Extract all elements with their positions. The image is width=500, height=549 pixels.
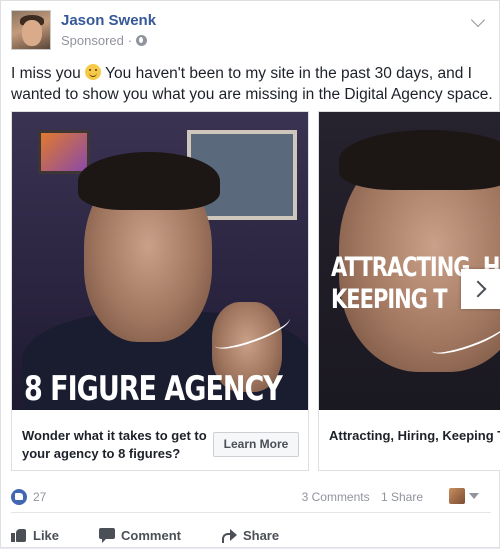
smile-emoji-icon (85, 64, 102, 80)
comment-icon (99, 527, 116, 543)
engagement-counts: 3 Comments 1 Share (294, 490, 423, 504)
like-reaction-icon (11, 489, 27, 505)
card-headline[interactable]: Attracting, Hiring, Keeping Top Talent (329, 427, 500, 445)
divider (11, 512, 491, 513)
avatar-face (22, 20, 42, 46)
author-name[interactable]: Jason Swenk (61, 12, 156, 29)
card-footer: Wonder what it takes to get to your agen… (12, 410, 308, 471)
shares-count[interactable]: 1 Share (381, 490, 423, 504)
meta-separator: · (127, 33, 133, 48)
globe-icon[interactable] (136, 35, 148, 46)
card-image[interactable]: 8 FIGURE AGENCY (12, 112, 308, 410)
sponsored-label[interactable]: Sponsored (61, 33, 124, 48)
chevron-down-icon[interactable] (469, 493, 479, 499)
share-button[interactable]: Share (221, 521, 279, 549)
share-label: Share (242, 527, 280, 543)
author-avatar[interactable] (11, 10, 51, 50)
comments-count[interactable]: 3 Comments (302, 490, 370, 504)
post-message: I miss you You haven't been to my site i… (11, 63, 495, 105)
chevron-right-icon[interactable] (461, 269, 500, 309)
share-icon (221, 527, 237, 543)
carousel-card[interactable]: 8 FIGURE AGENCY Wonder what it takes to … (11, 111, 309, 471)
comment-button[interactable]: Comment (99, 521, 181, 549)
like-label: Like (33, 527, 60, 543)
action-bar: Like Comment Share (11, 521, 491, 549)
card-headline[interactable]: Wonder what it takes to get to your agen… (22, 427, 208, 463)
card-footer: Attracting, Hiring, Keeping Top Talent (319, 410, 500, 471)
like-count[interactable]: 27 (33, 490, 46, 504)
viewer-avatar[interactable] (449, 488, 465, 504)
card-image[interactable]: ATTRACTING, H KEEPING T (319, 112, 500, 410)
hair (78, 152, 220, 210)
comment-label: Comment (121, 527, 181, 543)
sponsored-post: Jason Swenk Sponsored · I miss you You h… (0, 0, 500, 548)
learn-more-button[interactable]: Learn More (213, 432, 299, 457)
reactions-summary[interactable]: 27 (11, 489, 46, 505)
hair (339, 130, 500, 190)
thumbs-up-icon (11, 527, 27, 543)
wall-picture (38, 130, 90, 174)
message-part1: I miss you (11, 65, 81, 82)
post-meta: Sponsored · (61, 33, 148, 48)
card-image-caption-line2: KEEPING T (331, 284, 448, 314)
chevron-down-icon[interactable] (470, 12, 486, 28)
ad-carousel: 8 FIGURE AGENCY Wonder what it takes to … (11, 111, 500, 471)
message-part2: You haven't been to my site in the past … (11, 65, 493, 103)
like-button[interactable]: Like (11, 521, 59, 549)
card-image-caption: 8 FIGURE AGENCY (24, 370, 283, 409)
